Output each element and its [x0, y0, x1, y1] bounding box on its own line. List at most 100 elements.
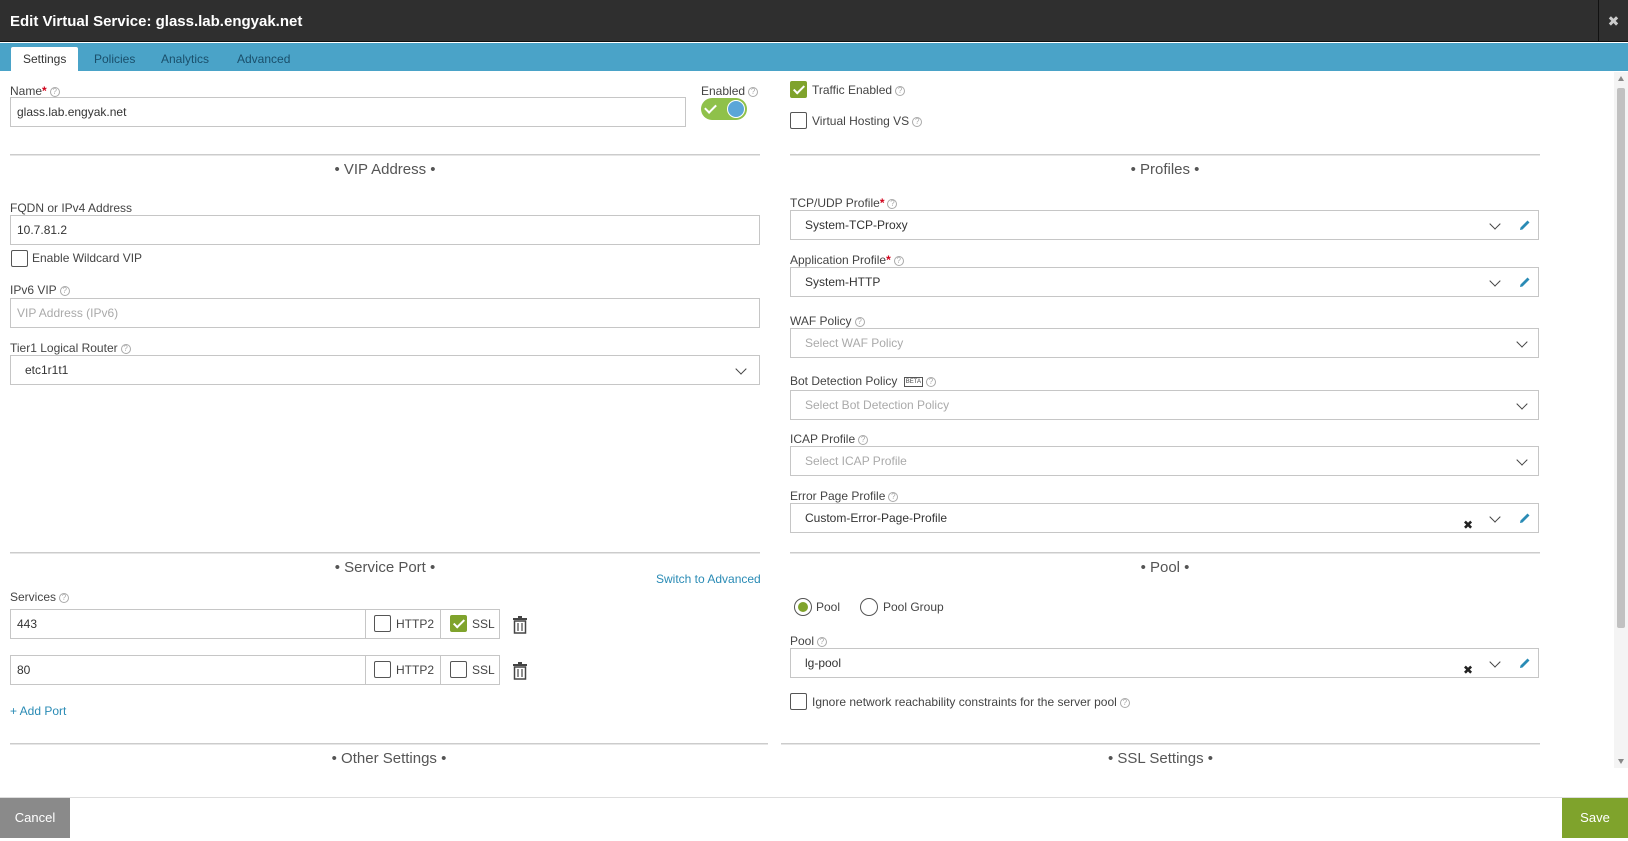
error-page-label: Error Page Profile?: [790, 489, 899, 503]
vip-section-title: • VIP Address •: [334, 161, 436, 178]
name-input[interactable]: glass.lab.engyak.net: [10, 97, 686, 127]
port-input[interactable]: 80: [10, 655, 366, 685]
tab-advanced[interactable]: Advanced: [225, 47, 302, 71]
clear-icon[interactable]: ✖: [1463, 511, 1473, 539]
help-icon[interactable]: ?: [1119, 697, 1130, 708]
waf-placeholder: Select WAF Policy: [805, 336, 904, 350]
virtual-hosting-label: Virtual Hosting VS?: [812, 114, 923, 128]
pool-select[interactable]: lg-pool ✖: [790, 648, 1512, 678]
clear-icon[interactable]: ✖: [1463, 656, 1473, 684]
pool-radio[interactable]: [794, 598, 812, 616]
help-icon[interactable]: ?: [854, 316, 865, 327]
icap-placeholder: Select ICAP Profile: [805, 454, 907, 468]
ssl-checkbox[interactable]: [450, 615, 467, 632]
pencil-icon: [1520, 513, 1530, 523]
section-divider: [790, 552, 1540, 554]
section-divider: [781, 743, 1540, 745]
trash-icon[interactable]: [512, 662, 528, 680]
help-icon[interactable]: ?: [858, 434, 869, 445]
edit-app-profile-button[interactable]: [1511, 267, 1539, 297]
wildcard-vip-checkbox[interactable]: [11, 250, 28, 267]
edit-tcp-profile-button[interactable]: [1511, 210, 1539, 240]
cancel-button[interactable]: Cancel: [0, 798, 70, 838]
fqdn-input[interactable]: 10.7.81.2: [10, 215, 760, 245]
pool-group-radio[interactable]: [860, 598, 878, 616]
error-page-label-text: Error Page Profile: [790, 489, 886, 503]
tab-policies[interactable]: Policies: [82, 47, 147, 71]
section-divider: [10, 743, 768, 745]
beta-badge: BETA: [903, 376, 923, 387]
help-icon[interactable]: ?: [895, 85, 906, 96]
help-icon[interactable]: ?: [888, 491, 899, 502]
router-select[interactable]: etc1r1t1: [10, 355, 760, 385]
http2-cell: HTTP2: [365, 655, 441, 685]
traffic-enabled-text: Traffic Enabled: [812, 83, 893, 97]
pencil-icon: [1520, 220, 1530, 230]
ssl-label: SSL: [472, 617, 495, 631]
ssl-checkbox[interactable]: [450, 661, 467, 678]
ignore-reachability-checkbox[interactable]: [790, 693, 807, 710]
ipv6-input[interactable]: VIP Address (IPv6): [10, 298, 760, 328]
pool-label: Pool?: [790, 634, 828, 648]
tab-analytics[interactable]: Analytics: [149, 47, 221, 71]
add-port-link[interactable]: + Add Port: [10, 704, 66, 718]
help-icon[interactable]: ?: [49, 86, 60, 97]
bot-detection-placeholder: Select Bot Detection Policy: [805, 398, 950, 412]
icap-select[interactable]: Select ICAP Profile: [790, 446, 1539, 476]
port-input[interactable]: 443: [10, 609, 366, 639]
help-icon[interactable]: ?: [59, 592, 70, 603]
help-icon[interactable]: ?: [748, 86, 759, 97]
tcp-profile-select[interactable]: System-TCP-Proxy: [790, 210, 1512, 240]
chevron-down-icon: [1489, 275, 1501, 287]
services-label: Services?: [10, 590, 70, 604]
tcp-profile-value: System-TCP-Proxy: [805, 218, 908, 232]
bot-detection-select[interactable]: Select Bot Detection Policy: [790, 390, 1539, 420]
close-icon[interactable]: ✖: [1598, 0, 1628, 42]
bot-detection-label: Bot Detection Policy BETA?: [790, 374, 936, 388]
chevron-down-icon: [1489, 511, 1501, 523]
http2-checkbox[interactable]: [374, 615, 391, 632]
help-icon[interactable]: ?: [59, 285, 70, 296]
waf-select[interactable]: Select WAF Policy: [790, 328, 1539, 358]
switch-to-advanced-link[interactable]: Switch to Advanced: [656, 572, 761, 586]
wildcard-vip-label: Enable Wildcard VIP: [32, 251, 143, 265]
chevron-down-icon: [735, 363, 747, 375]
help-icon[interactable]: ?: [912, 116, 923, 127]
services-label-text: Services: [10, 590, 57, 604]
pool-section-title: • Pool •: [1140, 559, 1190, 576]
help-icon[interactable]: ?: [893, 255, 904, 266]
window-title: Edit Virtual Service: glass.lab.engyak.n…: [10, 13, 303, 30]
edit-error-page-button[interactable]: [1511, 503, 1539, 533]
router-value: etc1r1t1: [25, 363, 69, 377]
app-profile-select[interactable]: System-HTTP: [790, 267, 1512, 297]
save-button[interactable]: Save: [1562, 798, 1628, 838]
window-titlebar: Edit Virtual Service: glass.lab.engyak.n…: [0, 0, 1628, 42]
help-icon[interactable]: ?: [887, 198, 898, 209]
ipv6-label: IPv6 VIP?: [10, 283, 70, 297]
bot-detection-label-text: Bot Detection Policy: [790, 374, 898, 388]
chevron-down-icon: [1516, 336, 1528, 348]
help-icon[interactable]: ?: [120, 343, 131, 354]
virtual-hosting-checkbox[interactable]: [790, 112, 807, 129]
name-label-text: Name: [10, 84, 43, 98]
pool-radio-label: Pool: [816, 600, 841, 614]
vertical-scrollbar[interactable]: [1614, 72, 1628, 768]
help-icon[interactable]: ?: [925, 376, 936, 387]
fqdn-label: FQDN or IPv4 Address: [10, 201, 133, 215]
router-label: Tier1 Logical Router?: [10, 341, 131, 355]
ssl-cell: SSL: [440, 655, 500, 685]
help-icon[interactable]: ?: [817, 636, 828, 647]
error-page-select[interactable]: Custom-Error-Page-Profile ✖: [790, 503, 1512, 533]
scrollbar-thumb[interactable]: [1617, 88, 1625, 628]
http2-checkbox[interactable]: [374, 661, 391, 678]
traffic-enabled-checkbox[interactable]: [790, 81, 807, 98]
scroll-up-icon[interactable]: [1618, 76, 1624, 81]
trash-icon[interactable]: [512, 616, 528, 634]
enabled-toggle[interactable]: [701, 98, 747, 120]
router-label-text: Tier1 Logical Router: [10, 341, 118, 355]
edit-pool-button[interactable]: [1511, 648, 1539, 678]
ssl-settings-section-title: • SSL Settings •: [1108, 750, 1213, 767]
tab-settings[interactable]: Settings: [11, 47, 79, 71]
section-divider: [10, 552, 760, 554]
scroll-down-icon[interactable]: [1618, 759, 1624, 764]
